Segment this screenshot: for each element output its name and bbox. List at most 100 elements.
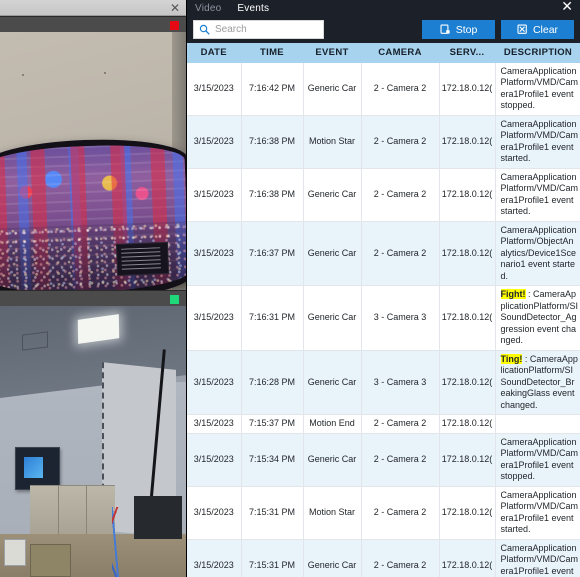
cell-event: Generic Car [303, 221, 362, 287]
cell-event: Generic Car [303, 539, 362, 577]
close-icon[interactable]: ✕ [170, 0, 180, 16]
table-row[interactable]: 3/15/2023 7:16:28 PM Generic Car 3 - Camera… [187, 350, 580, 416]
column-header-time[interactable]: TIME [241, 42, 304, 63]
scene-screen-panel [115, 242, 170, 277]
cell-date: 3/15/2023 [187, 168, 242, 222]
cell-time: 7:15:31 PM [241, 486, 304, 540]
scene-cabinet [29, 544, 71, 577]
stop-button[interactable]: Stop [422, 20, 495, 40]
cell-description: Fight! : CameraApplicationPlatform/SISou… [495, 285, 580, 351]
tab-video[interactable]: Video [195, 3, 221, 14]
video-feed-camera-2[interactable] [0, 306, 186, 577]
tab-events[interactable]: Events [237, 3, 269, 14]
column-header-camera[interactable]: CAMERA [361, 42, 440, 63]
search-box[interactable] [193, 20, 324, 40]
scene-monitor-screen [0, 142, 186, 290]
cell-time: 7:16:42 PM [241, 62, 304, 116]
table-row[interactable]: 3/15/2023 7:16:38 PM Generic Car 2 - Camera… [187, 168, 580, 222]
column-header-server[interactable]: SERV... [439, 42, 496, 63]
column-header-event[interactable]: EVENT [303, 42, 362, 63]
table-row[interactable]: 3/15/2023 7:16:37 PM Generic Car 2 - Camera… [187, 221, 580, 287]
cell-camera: 2 - Camera 2 [361, 62, 440, 116]
cell-event: Motion End [303, 414, 362, 434]
video-panel-camera-1[interactable] [0, 16, 186, 290]
scene-speck [22, 74, 24, 76]
cell-description [495, 414, 580, 434]
cell-date: 3/15/2023 [187, 115, 242, 169]
cell-description: CameraApplicationPlatform/ObjectAnalytic… [495, 221, 580, 287]
table-row[interactable]: 3/15/2023 7:16:31 PM Generic Car 3 - Camera… [187, 285, 580, 351]
video-panel-2-statusbar [0, 290, 186, 306]
cell-camera: 2 - Camera 2 [361, 115, 440, 169]
cell-event: Generic Car [303, 433, 362, 487]
column-header-date[interactable]: DATE [187, 42, 242, 63]
cell-server: 172.18.0.12( [439, 433, 496, 487]
table-row[interactable]: 3/15/2023 7:16:38 PM Motion Star 2 - Camera… [187, 115, 580, 169]
cell-description: CameraApplicationPlatform/VMD/Camera1Pro… [495, 62, 580, 116]
stop-icon [440, 24, 450, 34]
table-row[interactable]: 3/15/2023 7:16:42 PM Generic Car 2 - Camera… [187, 62, 580, 116]
cell-server: 172.18.0.12( [439, 62, 496, 116]
search-input[interactable] [215, 22, 318, 38]
cell-camera: 3 - Camera 3 [361, 350, 440, 416]
cell-time: 7:16:31 PM [241, 285, 304, 351]
window-titlebar: ✕ [0, 0, 186, 16]
events-panel: Video Events ✕ Stop [186, 0, 580, 577]
events-toolbar: Stop Clear [187, 16, 580, 43]
app-root: ✕ Video Events ✕ Search Stop Clear DATE … [0, 0, 580, 577]
table-row[interactable]: 3/15/2023 7:15:31 PM Motion Star 2 - Camera… [187, 486, 580, 540]
cell-date: 3/15/2023 [187, 414, 242, 434]
events-table-body: 3/15/2023 7:16:42 PM Generic Car 2 - Camera… [187, 62, 580, 577]
cell-camera: 2 - Camera 2 [361, 168, 440, 222]
cell-server: 172.18.0.12( [439, 350, 496, 416]
close-icon[interactable]: ✕ [561, 0, 573, 16]
cell-camera: 2 - Camera 2 [361, 539, 440, 577]
cell-date: 3/15/2023 [187, 221, 242, 287]
scene-poster [14, 446, 60, 491]
cell-server: 172.18.0.12( [439, 486, 496, 540]
cell-time: 7:15:34 PM [241, 433, 304, 487]
clear-button[interactable]: Clear [501, 20, 574, 40]
scene-small-box [3, 539, 27, 567]
cell-description: Ting! : CameraApplicationPlatform/SISoun… [495, 350, 580, 416]
cell-event: Motion Star [303, 115, 362, 169]
description-tag-badge: Fight! [500, 289, 526, 300]
clear-button-label: Clear [532, 23, 559, 36]
cell-camera: 2 - Camera 2 [361, 433, 440, 487]
table-row[interactable]: 3/15/2023 7:15:37 PM Motion End 2 - Camera … [187, 414, 580, 434]
scene-wires [111, 506, 186, 577]
stop-button-label: Stop [455, 23, 478, 36]
video-feed-camera-1[interactable] [0, 32, 186, 290]
cell-event: Generic Car [303, 168, 362, 222]
cell-time: 7:15:31 PM [241, 539, 304, 577]
cell-time: 7:15:37 PM [241, 414, 304, 434]
cell-time: 7:16:38 PM [241, 168, 304, 222]
events-table-header-row: DATE TIME EVENT CAMERA SERV... DESCRIPTI… [187, 42, 580, 63]
cell-description: CameraApplicationPlatform/VMD/Camera1Pro… [495, 539, 580, 577]
cell-server: 172.18.0.12( [439, 285, 496, 351]
cell-description: CameraApplicationPlatform/VMD/Camera1Pro… [495, 486, 580, 540]
table-row[interactable]: 3/15/2023 7:15:31 PM Generic Car 2 - Camera… [187, 539, 580, 577]
cell-date: 3/15/2023 [187, 62, 242, 116]
cell-date: 3/15/2023 [187, 433, 242, 487]
events-table-head: DATE TIME EVENT CAMERA SERV... DESCRIPTI… [187, 42, 580, 63]
cell-server: 172.18.0.12( [439, 414, 496, 434]
cell-camera: 3 - Camera 3 [361, 285, 440, 351]
live-indicator-icon [170, 295, 179, 304]
cell-event: Motion Star [303, 486, 362, 540]
cell-time: 7:16:28 PM [241, 350, 304, 416]
column-header-description[interactable]: DESCRIPTION [495, 42, 580, 63]
cell-date: 3/15/2023 [187, 539, 242, 577]
cell-camera: 2 - Camera 2 [361, 414, 440, 434]
cell-time: 7:16:38 PM [241, 115, 304, 169]
video-column: ✕ [0, 0, 186, 577]
table-row[interactable]: 3/15/2023 7:15:34 PM Generic Car 2 - Camera… [187, 433, 580, 487]
cell-event: Generic Car [303, 350, 362, 416]
events-table-container[interactable]: DATE TIME EVENT CAMERA SERV... DESCRIPTI… [187, 42, 580, 577]
video-panel-camera-2[interactable] [0, 290, 186, 577]
cell-server: 172.18.0.12( [439, 168, 496, 222]
cell-event: Generic Car [303, 285, 362, 351]
events-table: DATE TIME EVENT CAMERA SERV... DESCRIPTI… [187, 42, 580, 577]
recording-indicator-icon [170, 21, 179, 30]
scene-boxes [29, 484, 116, 534]
